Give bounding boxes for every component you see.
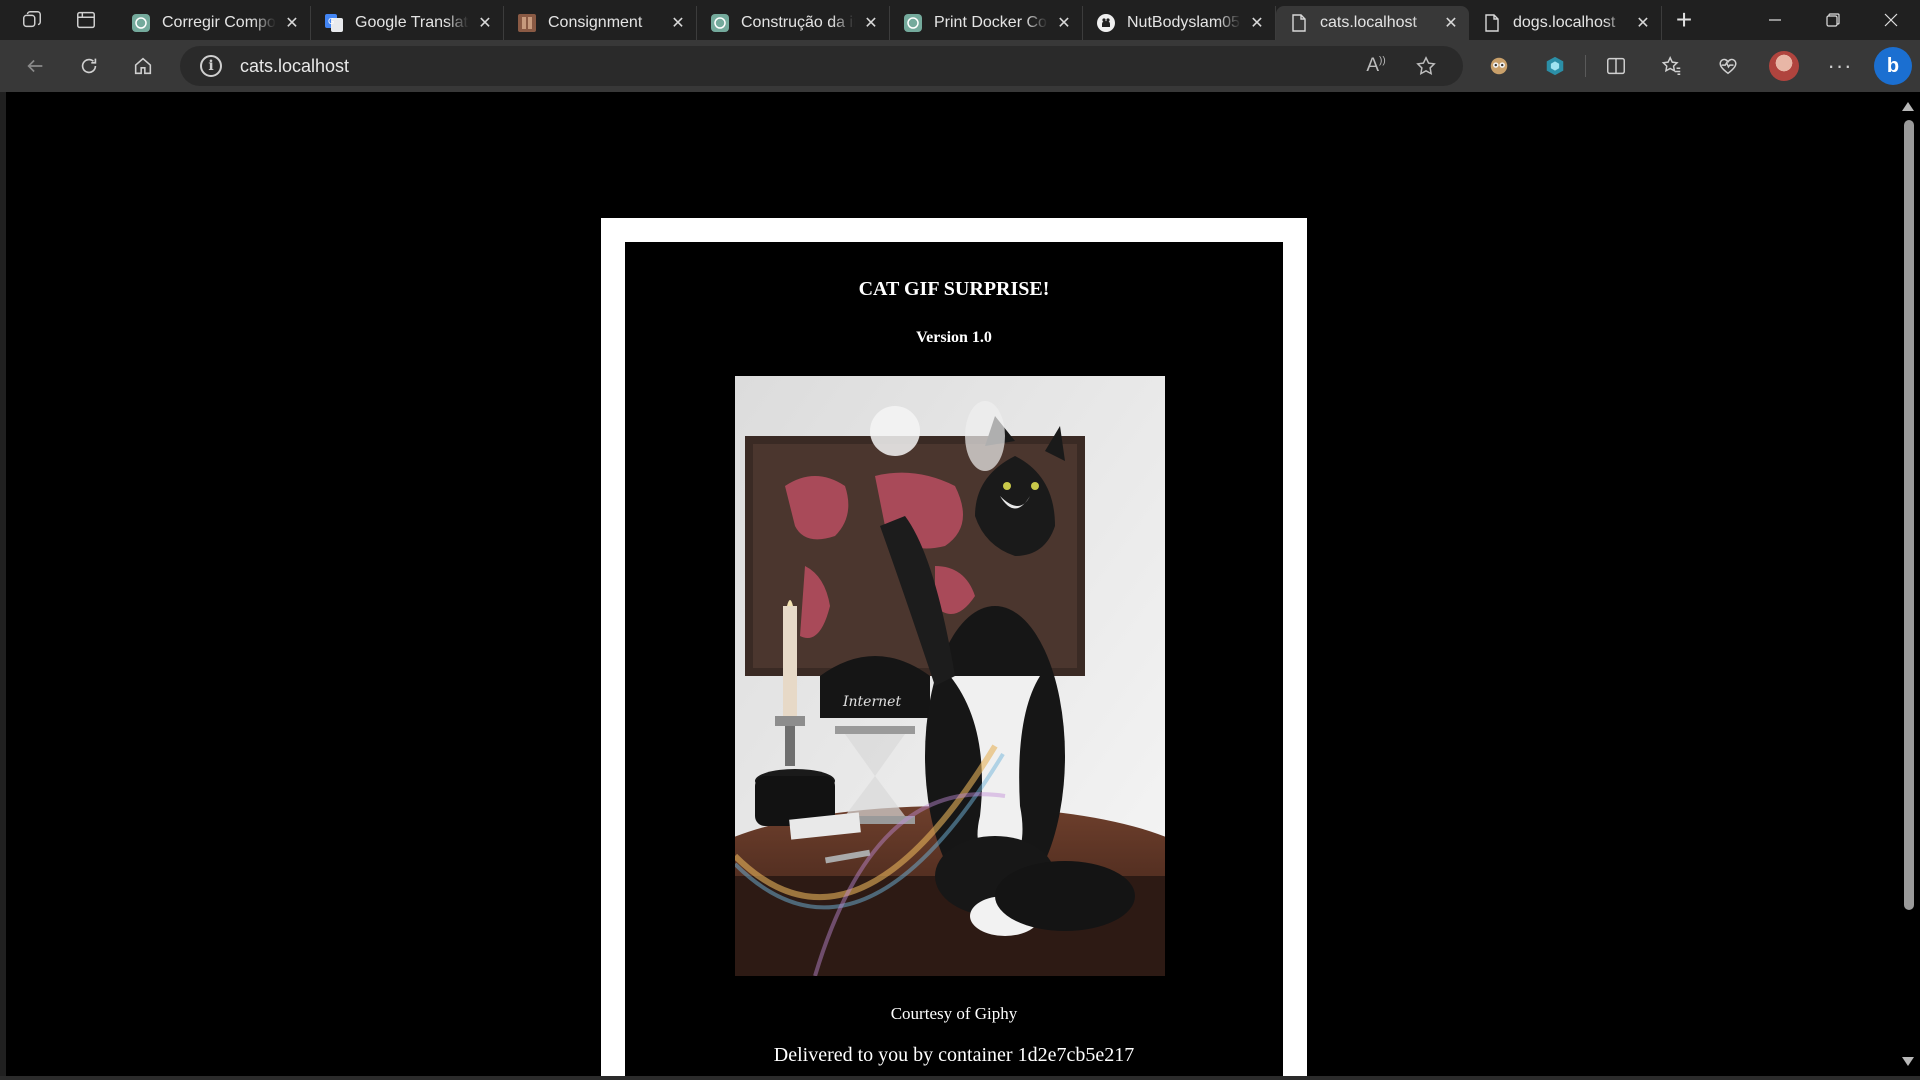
page-icon [1290,14,1308,32]
cat-gif-image: Internet [735,376,1165,976]
address-bar[interactable]: i cats.localhost A)) [180,46,1463,86]
close-icon[interactable]: ✕ [475,13,495,33]
home-icon [134,57,152,75]
content-panel: CAT GIF SURPRISE! Version 1.0 Internet C… [625,242,1283,1076]
tab-title: Consignment [548,14,643,31]
address-actions: A)) [1351,46,1451,86]
navigation-toolbar: i cats.localhost A)) ··· b [0,40,1920,92]
minimize-icon [1769,19,1781,21]
restore-icon [1826,13,1840,27]
extension-icon [1490,57,1508,75]
window-controls [1746,0,1920,40]
tab-github[interactable]: NutBodyslam05 ✕ [1083,6,1276,40]
star-icon [1416,56,1436,75]
read-aloud-button[interactable]: A)) [1351,55,1401,77]
content-card: CAT GIF SURPRISE! Version 1.0 Internet C… [601,218,1307,1076]
tab-print-docker[interactable]: Print Docker Cor ✕ [890,6,1083,40]
google-translate-icon: G [325,14,343,32]
container-id-text: Delivered to you by container 1d2e7cb5e2… [773,1044,1135,1066]
tab-google-translate[interactable]: G Google Translate ✕ [311,6,504,40]
tab-actions-button[interactable] [64,0,108,40]
plus-icon: + [1675,4,1693,35]
favorites-button[interactable] [1644,40,1700,92]
cat-gif-illustration: Internet [735,376,1165,976]
close-icon[interactable]: ✕ [1441,13,1461,33]
scrollbar-thumb[interactable] [1904,120,1914,910]
close-icon[interactable]: ✕ [1247,13,1267,33]
tab-title: Construção da ir [741,14,855,31]
favorites-icon [1661,56,1681,75]
scroll-up-arrow-icon[interactable] [1902,102,1914,111]
tab-title: Google Translate [355,14,469,31]
close-icon[interactable]: ✕ [861,13,881,33]
tab-construcao[interactable]: Construção da ir ✕ [697,6,890,40]
page-viewport: CAT GIF SURPRISE! Version 1.0 Internet C… [6,92,1896,1076]
browser-essentials-button[interactable] [1700,40,1756,92]
close-icon[interactable]: ✕ [1633,13,1653,33]
tab-title: NutBodyslam05 [1127,14,1240,31]
workspaces-icon [23,11,41,28]
refresh-button[interactable] [62,40,116,92]
extension-2-button[interactable] [1527,40,1583,92]
split-screen-icon [1607,57,1625,75]
home-button[interactable] [116,40,170,92]
chatgpt-icon [132,14,150,32]
favorite-button[interactable] [1401,55,1451,77]
close-icon[interactable]: ✕ [668,13,688,33]
scroll-down-arrow-icon[interactable] [1902,1057,1914,1066]
restore-button[interactable] [1804,0,1862,40]
version-label: Version 1.0 [916,329,992,346]
close-window-button[interactable] [1862,0,1920,40]
vertical-scrollbar[interactable] [1896,92,1920,1076]
url-text[interactable]: cats.localhost [240,56,349,77]
extension-button[interactable] [1471,40,1527,92]
svg-text:G: G [328,17,334,26]
svg-text:Internet: Internet [842,694,901,710]
bing-icon: b [1874,47,1912,85]
book-icon [518,14,536,32]
site-info-icon[interactable]: i [200,55,222,77]
tab-actions-icon [77,11,95,29]
split-screen-button[interactable] [1588,40,1644,92]
tab-title: Corregir Compo [162,14,276,31]
chatgpt-icon [904,14,922,32]
tab-title: Print Docker Cor [934,14,1048,31]
back-arrow-icon [27,59,43,73]
toolbar-actions: ··· b [1471,40,1920,92]
tab-cats-localhost[interactable]: cats.localhost ✕ [1276,6,1469,40]
tab-dogs-localhost[interactable]: dogs.localhost ✕ [1469,6,1662,40]
courtesy-text: Courtesy of Giphy [890,1004,1018,1023]
cube-extension-icon [1546,56,1564,76]
toolbar-separator [1585,55,1586,77]
page-title: CAT GIF SURPRISE! [858,278,1050,300]
refresh-icon [81,58,97,74]
new-tab-button[interactable]: + [1662,0,1706,40]
settings-menu-button[interactable]: ··· [1812,40,1868,92]
avatar [1769,51,1799,81]
minimize-button[interactable] [1746,0,1804,40]
tab-title: cats.localhost [1320,14,1417,31]
back-button[interactable] [8,40,62,92]
close-icon[interactable]: ✕ [282,13,302,33]
close-icon[interactable]: ✕ [1054,13,1074,33]
close-icon [1884,13,1898,27]
profile-button[interactable] [1756,40,1812,92]
more-icon: ··· [1827,53,1853,78]
workspaces-button[interactable] [10,0,54,40]
chatgpt-icon [711,14,729,32]
copilot-button[interactable]: b [1868,40,1920,92]
tab-corregir[interactable]: Corregir Compo ✕ [118,6,311,40]
tab-title: dogs.localhost [1513,14,1616,31]
page-icon [1483,14,1501,32]
github-icon [1097,14,1115,32]
read-aloud-icon: A)) [1366,55,1386,76]
tab-list: Corregir Compo ✕ G Google Translate ✕ Co… [118,0,1662,40]
heart-pulse-icon [1719,58,1737,75]
window-bottom-edge [0,1076,1920,1080]
tab-strip: Corregir Compo ✕ G Google Translate ✕ Co… [0,0,1920,40]
tab-consignment[interactable]: Consignment ✕ [504,6,697,40]
